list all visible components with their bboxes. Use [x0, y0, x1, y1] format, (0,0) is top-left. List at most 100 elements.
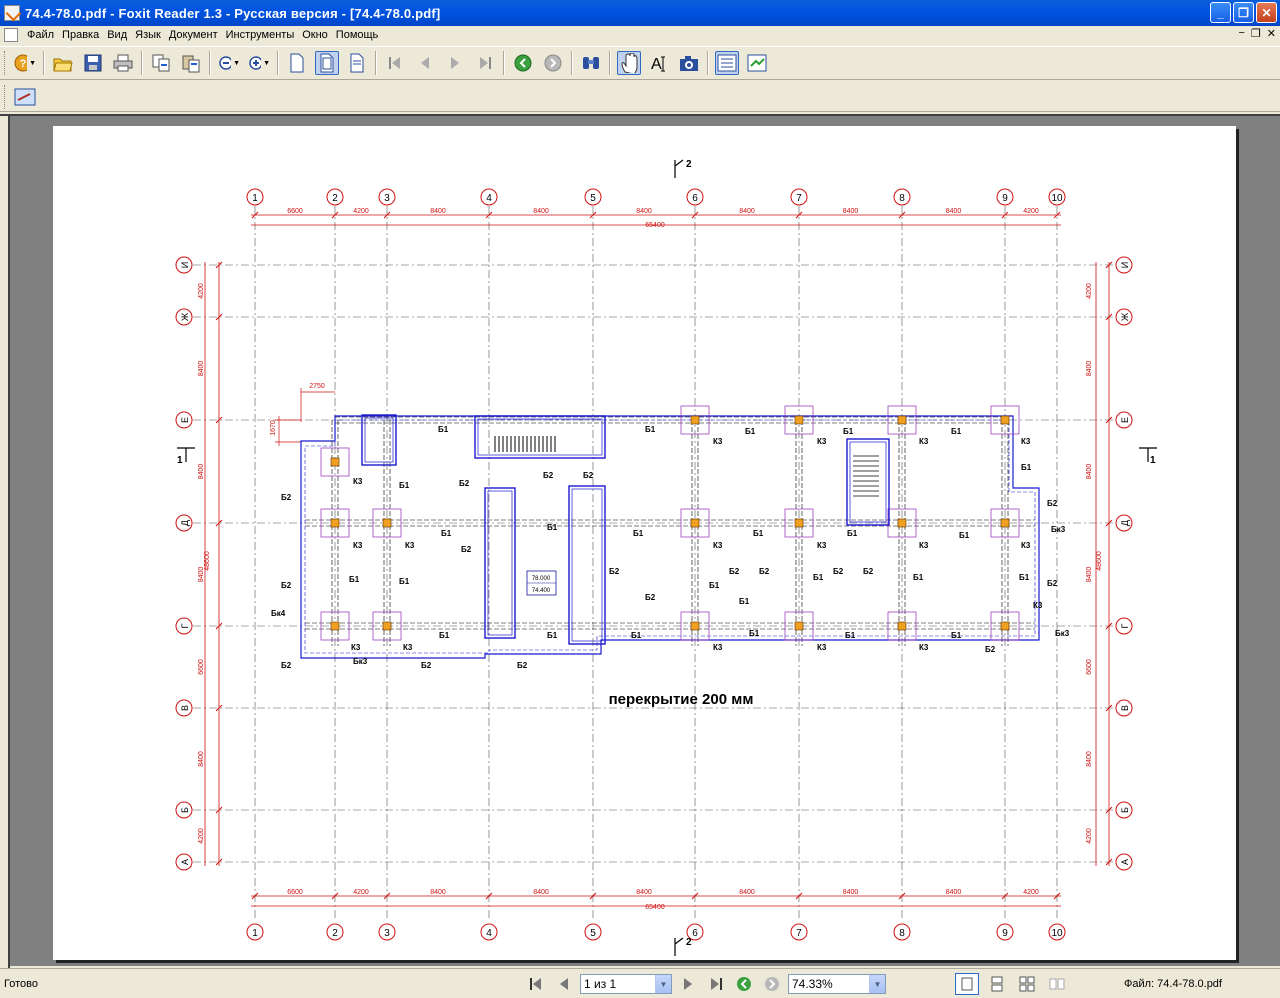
menu-help[interactable]: Помощь	[332, 29, 383, 41]
axis-label: 4	[486, 193, 492, 204]
status-back-icon[interactable]	[732, 973, 756, 995]
status-prev-page-icon[interactable]	[552, 973, 576, 995]
beam-label: Б1	[441, 529, 452, 538]
menu-edit[interactable]: Правка	[58, 29, 103, 41]
beam-label: Б1	[547, 523, 558, 532]
page-number-value: 1 из 1	[584, 977, 617, 991]
slab-outline	[300, 415, 1040, 659]
copy-icon[interactable]	[149, 51, 173, 75]
beam-label: Б2	[543, 471, 554, 480]
separator	[503, 51, 505, 75]
paste-icon[interactable]	[179, 51, 203, 75]
beam-label: К3	[353, 541, 363, 550]
dimension-text: 8400	[430, 208, 446, 215]
beam-label: Б1	[951, 631, 962, 640]
status-last-page-icon[interactable]	[704, 973, 728, 995]
column	[1000, 415, 1010, 425]
minimize-button[interactable]: _	[1210, 2, 1231, 23]
svg-text:2: 2	[686, 159, 692, 170]
dimension-text: 6600	[287, 889, 303, 896]
typewriter-icon[interactable]	[13, 85, 37, 109]
menu-view[interactable]: Вид	[103, 29, 131, 41]
dimension-text: 4200	[353, 208, 369, 215]
close-button[interactable]: ✕	[1256, 2, 1277, 23]
toolbar-grip[interactable]	[4, 51, 7, 75]
column	[897, 415, 907, 425]
beam-label: К3	[713, 437, 723, 446]
menu-document[interactable]: Документ	[165, 29, 222, 41]
restore-button[interactable]: ❐	[1233, 2, 1254, 23]
chevron-down-icon[interactable]: ▼	[655, 975, 671, 993]
menu-file[interactable]: Файл	[23, 29, 58, 41]
bookmarks-icon[interactable]	[715, 51, 739, 75]
shaft-opening-inner	[571, 488, 603, 642]
beam-label: Б1	[438, 425, 449, 434]
continuous-facing-layout-icon[interactable]	[1045, 973, 1069, 995]
single-page-icon[interactable]	[285, 51, 309, 75]
shaft-opening-inner	[487, 490, 513, 636]
beam-label: Б2	[421, 661, 432, 670]
zoom-combo[interactable]: 74.33% ▼	[788, 974, 886, 994]
beam-label: К3	[713, 541, 723, 550]
status-forward-icon[interactable]	[760, 973, 784, 995]
text-select-icon[interactable]: A	[647, 51, 671, 75]
last-page-icon[interactable]	[473, 51, 497, 75]
find-icon[interactable]	[579, 51, 603, 75]
menu-window[interactable]: Окно	[298, 29, 332, 41]
back-icon[interactable]	[511, 51, 535, 75]
mdi-minimize-button[interactable]: −	[1238, 27, 1244, 40]
axis-label: 5	[590, 193, 596, 204]
open-folder-icon[interactable]	[51, 51, 75, 75]
dimension-text: 8400	[843, 208, 859, 215]
dimension-text: 4200	[1023, 208, 1039, 215]
dimension-text: 4200	[1086, 828, 1093, 844]
document-icon[interactable]	[4, 28, 18, 42]
status-first-page-icon[interactable]	[524, 973, 548, 995]
beam-label: Б1	[739, 597, 750, 606]
fit-width-icon[interactable]	[345, 51, 369, 75]
dimension-text: 8400	[198, 464, 205, 480]
separator	[43, 51, 45, 75]
separator	[609, 51, 611, 75]
continuous-layout-icon[interactable]	[985, 973, 1009, 995]
dimension-text: 6600	[1086, 659, 1093, 675]
mdi-close-button[interactable]: ✕	[1267, 27, 1276, 40]
axis-label: В	[1120, 705, 1130, 711]
pages-icon[interactable]	[745, 51, 769, 75]
dimension-text: 8400	[946, 208, 962, 215]
first-page-icon[interactable]	[383, 51, 407, 75]
beam-label: Б2	[645, 593, 656, 602]
print-icon[interactable]	[111, 51, 135, 75]
zoom-in-icon[interactable]: ▼	[247, 51, 271, 75]
chevron-down-icon[interactable]: ▼	[869, 975, 885, 993]
axis-label: А	[1120, 859, 1130, 865]
menu-tools[interactable]: Инструменты	[222, 29, 299, 41]
toolbar-grip[interactable]	[4, 84, 7, 109]
beam-label: Б1	[645, 425, 656, 434]
hand-tool-icon[interactable]	[617, 51, 641, 75]
fit-page-icon[interactable]	[315, 51, 339, 75]
single-page-layout-icon[interactable]	[955, 973, 979, 995]
next-page-icon[interactable]	[443, 51, 467, 75]
axis-label: 1	[252, 928, 258, 939]
facing-layout-icon[interactable]	[1015, 973, 1039, 995]
axis-label: В	[180, 705, 190, 711]
foxit-app-icon[interactable]	[4, 5, 20, 21]
zoom-out-icon[interactable]: ▼	[217, 51, 241, 75]
save-icon[interactable]	[81, 51, 105, 75]
help-icon[interactable]: ? ▼	[13, 51, 37, 75]
status-next-page-icon[interactable]	[676, 973, 700, 995]
axis-label: 10	[1051, 193, 1063, 204]
snapshot-icon[interactable]	[677, 51, 701, 75]
document-viewer[interactable]: 1 1 2 2 3 3 4 4 5 5 6 6 7 7 8 8 9 9 10 10 6600 4200 8400 8400 84…	[0, 114, 1280, 968]
shaft-opening	[568, 485, 606, 645]
dimension-text: 8400	[533, 208, 549, 215]
beam-label: Бк3	[1051, 525, 1066, 534]
prev-page-icon[interactable]	[413, 51, 437, 75]
forward-icon[interactable]	[541, 51, 565, 75]
pdf-page[interactable]: 1 1 2 2 3 3 4 4 5 5 6 6 7 7 8 8 9 9 10 10 6600 4200 8400 8400 84…	[53, 126, 1236, 960]
mdi-restore-button[interactable]: ❐	[1251, 27, 1261, 40]
beam-label: Б1	[959, 531, 970, 540]
menu-language[interactable]: Язык	[131, 29, 165, 41]
page-number-combo[interactable]: 1 из 1 ▼	[580, 974, 672, 994]
